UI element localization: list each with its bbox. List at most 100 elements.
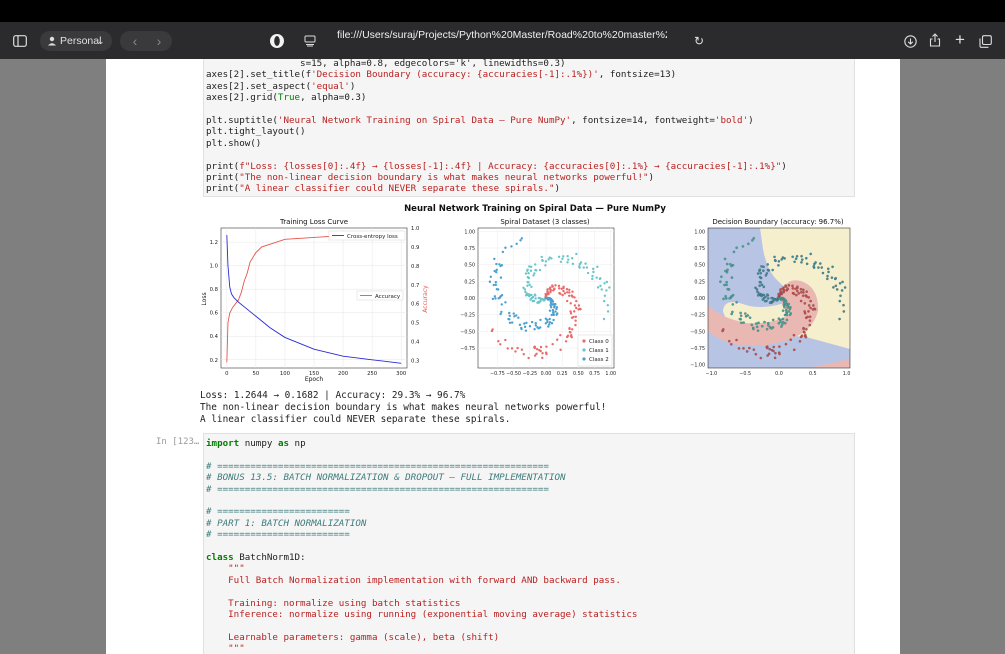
data-point [726,268,729,272]
opera-icon[interactable] [266,30,288,52]
data-point [767,324,770,327]
data-point [494,280,498,284]
y-tick-label: 0.4 [210,334,219,340]
data-point [838,282,842,285]
data-point [723,283,726,287]
data-point [510,321,514,324]
download-icon[interactable] [901,31,919,51]
forward-icon[interactable]: › [150,31,168,51]
data-point [488,280,492,283]
data-point [838,317,841,321]
data-point [735,301,738,304]
data-point [507,317,510,321]
data-point [517,316,520,319]
data-point [495,268,498,272]
left-y2-label: Accuracy [422,285,429,313]
data-point [533,293,537,296]
address-bar[interactable]: file:///Users/suraj/Projects/Python%20Ma… [337,29,667,41]
new-tab-icon[interactable]: + [951,30,969,50]
y2-tick-label: 0.8 [411,264,420,270]
data-point [795,255,799,258]
data-point [720,275,723,279]
data-point [535,347,539,351]
data-point [802,288,805,292]
reload-icon[interactable]: ↻ [690,31,708,51]
data-point [766,268,770,272]
data-point [787,310,791,313]
data-point [603,294,607,297]
data-point [529,298,532,301]
data-point [605,289,608,292]
x-tick-label: 50 [253,371,260,377]
data-point [586,271,590,275]
data-point [523,322,526,325]
data-point [520,327,523,331]
data-point [495,288,499,291]
x-tick-label: 0 [225,371,229,377]
data-point [748,346,751,350]
page-settings-icon[interactable] [301,31,319,51]
sidebar-toggle-icon[interactable] [10,31,30,51]
data-point [803,312,807,315]
x-tick-label: −0.25 [522,371,537,377]
code-block: s=15, alpha=0.8, edgecolors='k', linewid… [206,59,787,195]
data-point [796,285,799,289]
data-point [784,342,788,346]
data-point [762,285,766,289]
data-point [725,283,728,287]
data-point [785,313,789,317]
profile-icon [47,31,57,51]
data-point [812,265,816,268]
data-point [547,325,550,328]
share-icon[interactable] [926,30,944,50]
data-point [494,283,497,287]
code-cell-batchnorm[interactable]: import numpy as np # ===================… [203,433,855,654]
data-point [570,257,574,260]
data-point [834,284,838,288]
data-point [799,287,803,291]
data-point [582,266,585,269]
data-point [796,289,799,293]
data-point [791,287,795,290]
y-tick-label: 0.50 [464,263,475,269]
data-point [591,277,594,281]
data-point [756,272,760,275]
back-icon[interactable]: ‹ [126,31,144,51]
data-point [555,313,558,316]
y-tick-label: 1.2 [210,240,218,246]
y-tick-label: 0.25 [464,279,475,285]
data-point [508,321,512,324]
data-point [742,347,745,350]
data-point [500,310,503,314]
data-point [566,291,569,294]
data-point [592,270,595,274]
data-point [544,322,548,325]
code-cell-previous[interactable]: s=15, alpha=0.8, edgecolors='k', linewid… [203,59,855,197]
data-point [740,321,743,325]
data-point [504,246,507,249]
data-point [786,287,790,291]
x-tick-label: 250 [367,371,378,377]
chevron-down-icon: ⌄ [97,35,105,46]
data-point [528,325,532,328]
data-point [770,296,773,300]
data-point [565,335,569,339]
data-point [548,256,551,259]
data-point [541,356,544,360]
data-point [800,261,803,264]
x-tick-label: 0.50 [573,371,584,377]
data-point [839,294,842,298]
data-point [520,237,524,240]
data-point [574,315,578,319]
data-point [497,339,500,343]
data-point [492,283,495,287]
data-point [501,250,505,254]
left-chart-title: Training Loss Curve [279,218,348,226]
data-point [606,304,609,307]
data-point [571,290,574,293]
tab-overview-icon[interactable] [976,31,994,51]
data-point [763,320,766,324]
data-point [568,294,571,297]
data-point [789,338,793,342]
data-point [579,261,583,264]
